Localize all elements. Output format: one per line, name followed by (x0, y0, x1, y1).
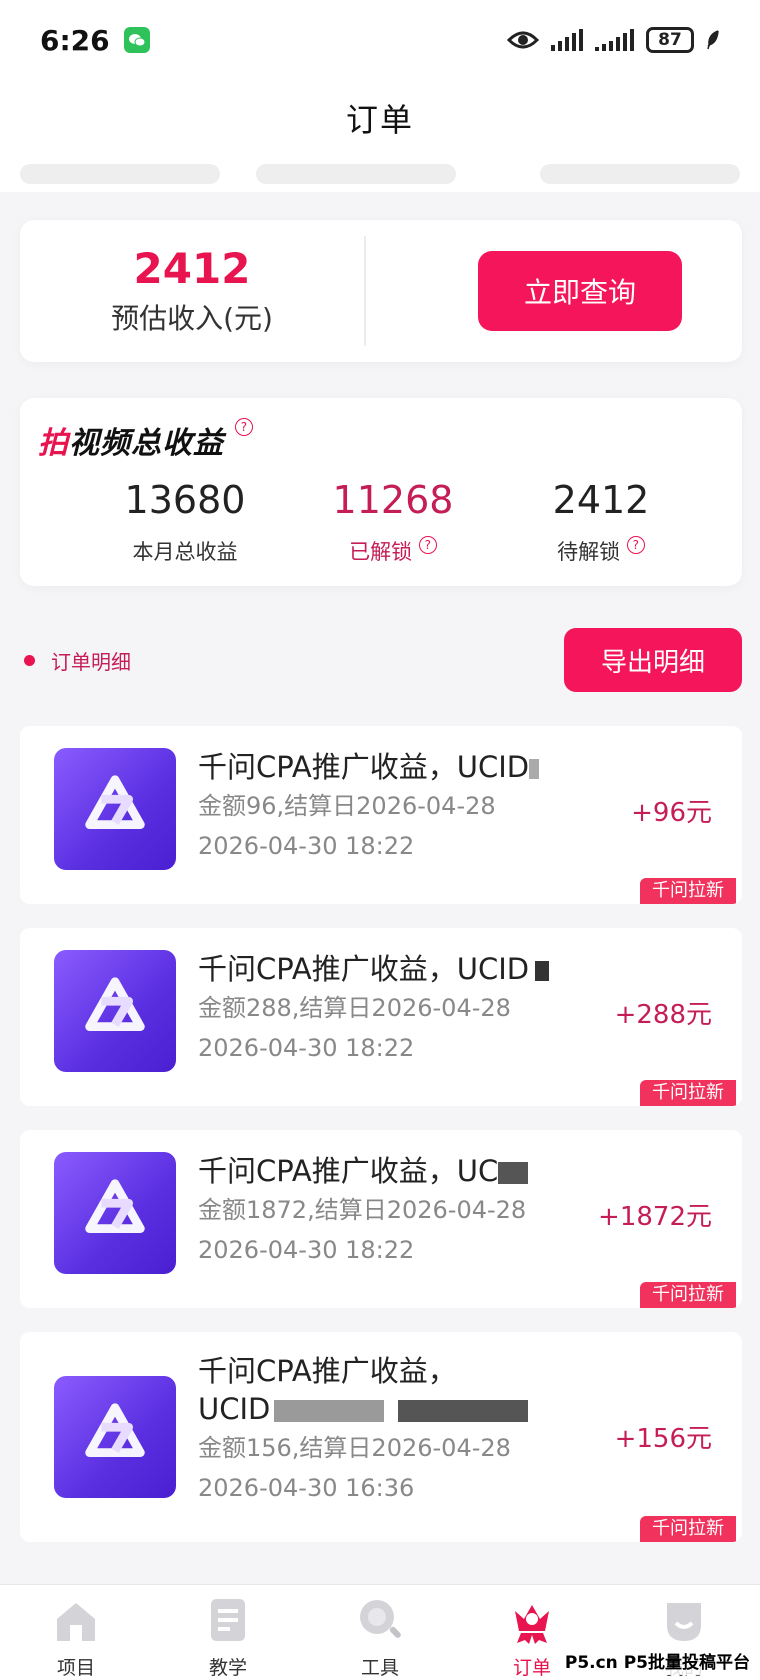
status-time: 6:26 (40, 23, 110, 57)
tab-tools[interactable]: 工具 (320, 1595, 440, 1680)
status-indicators: 87 (507, 27, 720, 53)
order-amount: +156元 (614, 1424, 712, 1454)
order-title: 千问CPA推广收益，UCID (198, 950, 558, 988)
order-title: 千问CPA推广收益，UC (198, 1152, 558, 1190)
section-dot (24, 654, 35, 666)
profile-icon (667, 1603, 701, 1641)
stat-label: 待解锁 ? (496, 536, 706, 566)
income-summary-card: 2412 预估收入(元) 立即查询 (20, 220, 742, 362)
section-title: 订单明细 (51, 649, 131, 674)
redacted-mask (535, 961, 550, 981)
order-tag: 千问拉新 (640, 1080, 736, 1106)
order-title: 千问CPA推广收益， (198, 1354, 457, 1388)
query-now-button[interactable]: 立即查询 (478, 251, 682, 331)
order-time: 2026-04-30 18:22 (198, 1236, 415, 1264)
help-icon[interactable]: ? (235, 418, 254, 436)
estimated-income-label: 预估收入(元) (111, 302, 273, 335)
estimated-income-value: 2412 (133, 244, 251, 293)
order-tag: 千问拉新 (640, 878, 736, 904)
order-time: 2026-04-30 18:22 (198, 832, 415, 860)
order-detail-section: 订单明细 导出明细 (20, 628, 742, 692)
order-time: 2026-04-30 18:22 (198, 1034, 415, 1062)
order-texts: 千问CPA推广收益，UCID 金额96,结算日2026-04-28 2026-0… (198, 748, 558, 866)
tab-teaching[interactable]: 教学 (168, 1595, 288, 1680)
order-detail: 金额96,结算日2026-04-28 (198, 792, 496, 820)
estimated-income: 2412 预估收入(元) (20, 245, 364, 337)
tab-label: 教学 (208, 1657, 247, 1679)
video-earnings-title: 拍视频总收益 ? (38, 418, 254, 462)
order-list: 千问CPA推广收益，UCID 金额96,结算日2026-04-28 2026-0… (20, 726, 742, 1566)
leaf-icon (707, 30, 719, 50)
order-texts: 千问CPA推广收益，UCID 金额288,结算日2026-04-28 2026-… (198, 950, 558, 1068)
qwen-logo-icon (54, 950, 176, 1072)
document-icon (211, 1599, 245, 1641)
help-icon[interactable]: ? (626, 536, 645, 554)
tab-label: 项目 (56, 1657, 95, 1679)
redacted-mask (498, 1162, 529, 1184)
stat-value: 13680 (124, 478, 246, 522)
page-header: 订单 (0, 80, 760, 156)
redacted-mask (398, 1400, 529, 1422)
list-item[interactable]: 千问CPA推广收益，UCID 金额96,结算日2026-04-28 2026-0… (20, 726, 742, 904)
home-icon (57, 1603, 95, 1641)
watermark: P5.cn P5批量投稿平台 (560, 1646, 754, 1675)
order-amount: +288元 (614, 1000, 712, 1030)
list-item[interactable]: 千问CPA推广收益，UC 金额1872,结算日2026-04-28 2026-0… (20, 1130, 742, 1308)
status-bar: 6:26 87 (0, 0, 760, 80)
title-rest: 视频总收益 (69, 426, 224, 461)
order-texts: 千问CPA推广收益， UCID 金额156,结算日2026-04-28 2026… (198, 1352, 618, 1508)
list-item[interactable]: 千问CPA推广收益，UCID 金额288,结算日2026-04-28 2026-… (20, 928, 742, 1106)
qwen-logo-icon (54, 1152, 176, 1274)
stat-value: 2412 (552, 478, 650, 522)
battery-icon: 87 (646, 27, 694, 53)
order-amount: +1872元 (598, 1202, 712, 1232)
tab-label: 工具 (360, 1657, 399, 1679)
order-tag: 千问拉新 (640, 1516, 736, 1542)
order-texts: 千问CPA推广收益，UC 金额1872,结算日2026-04-28 2026-0… (198, 1152, 558, 1270)
redacted-mask (274, 1400, 385, 1422)
order-title: 千问CPA推广收益，UCID (198, 748, 558, 786)
qwen-logo-icon (54, 1376, 176, 1498)
stat-pending: 2412 待解锁 ? (496, 478, 706, 566)
order-time: 2026-04-30 16:36 (198, 1474, 415, 1502)
stat-month-total: 13680 本月总收益 (80, 478, 290, 566)
list-item[interactable]: 千问CPA推广收益， UCID 金额156,结算日2026-04-28 2026… (20, 1332, 742, 1542)
crown-icon (515, 1605, 549, 1644)
stat-unlocked: 11268 已解锁 ? (288, 478, 498, 566)
battery-level: 87 (658, 30, 682, 50)
qwen-logo-icon (54, 748, 176, 870)
order-amount: +96元 (631, 798, 712, 828)
order-detail: 金额156,结算日2026-04-28 (198, 1434, 511, 1462)
divider (364, 236, 366, 346)
tab-project[interactable]: 项目 (16, 1595, 136, 1680)
order-detail: 金额288,结算日2026-04-28 (198, 994, 511, 1022)
faded-tabs-strip (0, 156, 760, 192)
redacted-mask (529, 759, 540, 779)
signal-icon-2 (595, 29, 634, 51)
help-icon[interactable]: ? (418, 536, 437, 554)
video-earnings-card: 拍视频总收益 ? 13680 本月总收益 11268 已解锁 ? 2412 待解… (20, 398, 742, 586)
stat-label: 已解锁 ? (288, 536, 498, 566)
order-detail: 金额1872,结算日2026-04-28 (198, 1196, 527, 1224)
search-icon (360, 1600, 401, 1638)
order-tag: 千问拉新 (640, 1282, 736, 1308)
title-first-char: 拍 (38, 426, 69, 461)
page-title: 订单 (345, 101, 414, 139)
export-detail-button[interactable]: 导出明细 (564, 628, 742, 692)
wechat-icon (123, 27, 150, 53)
order-title-line2: UCID (198, 1390, 618, 1428)
signal-icon (551, 29, 583, 51)
stat-value: 11268 (332, 478, 454, 522)
eye-icon (507, 31, 539, 49)
stat-label: 本月总收益 (132, 540, 238, 564)
